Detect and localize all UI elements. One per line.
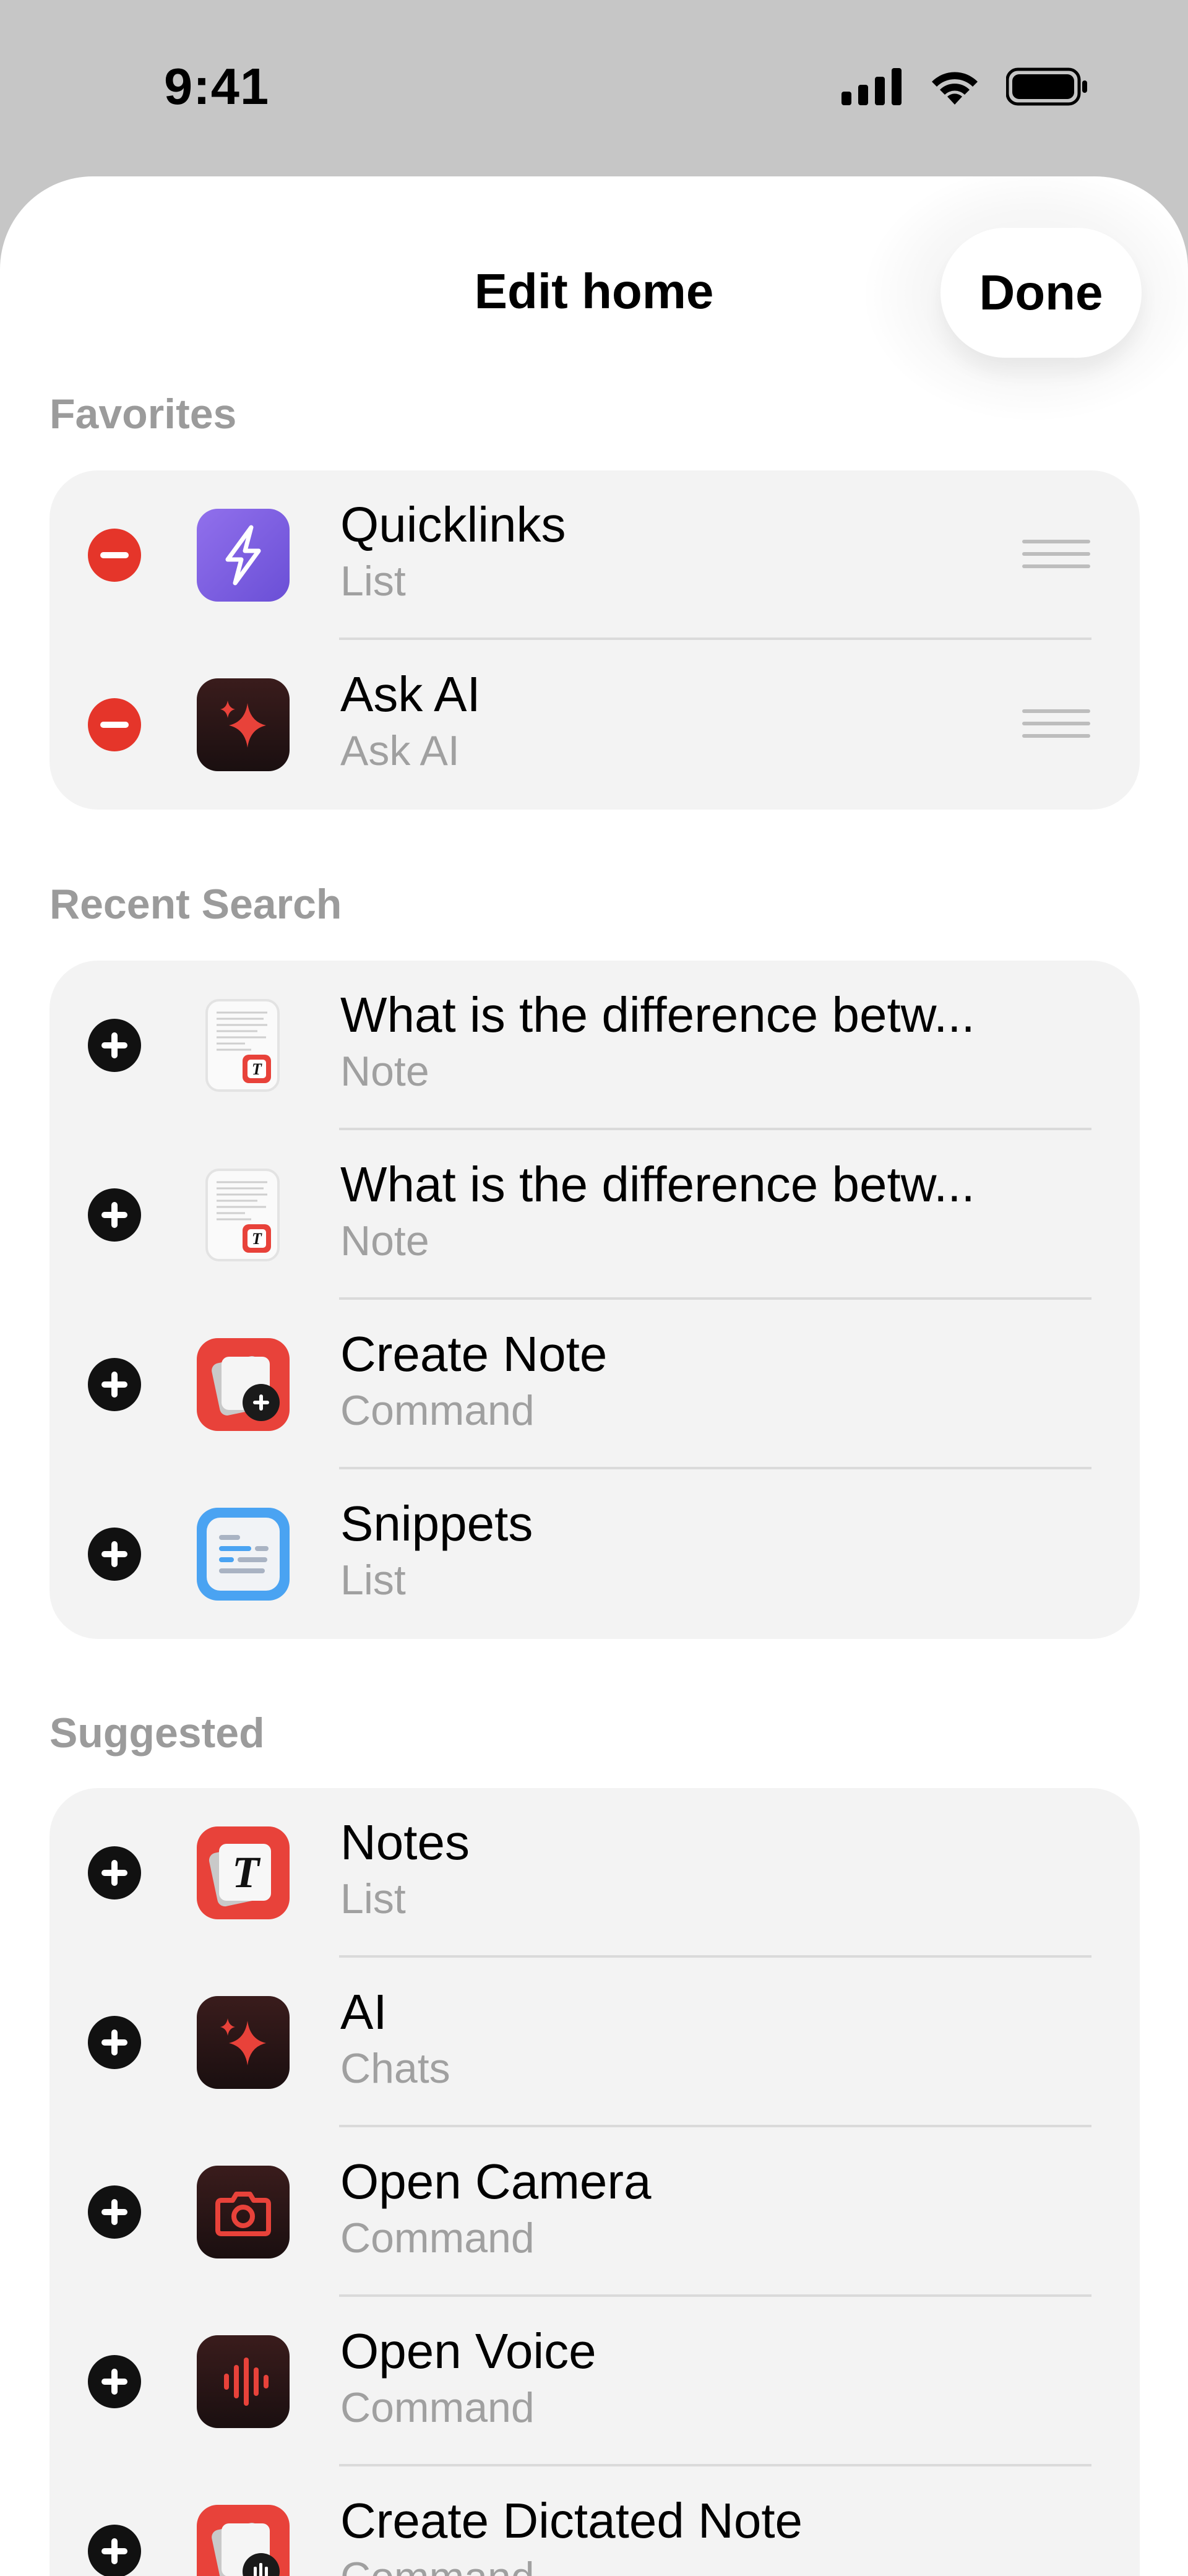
- remove-icon[interactable]: [88, 529, 141, 582]
- item-name: AI: [340, 1984, 387, 2039]
- cellular-signal-icon: [842, 68, 902, 105]
- add-icon[interactable]: [88, 2016, 141, 2069]
- section-title-suggested: Suggested: [50, 1709, 265, 1757]
- ai-sparkle-icon: [197, 1996, 290, 2089]
- list-item[interactable]: T What is the difference betw... Note: [50, 961, 1140, 1130]
- edit-home-sheet: Edit home Done Favorites Quicklinks List: [0, 176, 1188, 2576]
- list-item[interactable]: T What is the difference betw... Note: [50, 1130, 1140, 1300]
- add-icon[interactable]: [88, 2185, 141, 2239]
- section-title-recent-search: Recent Search: [50, 881, 342, 928]
- list-item[interactable]: Open Camera Command: [50, 2127, 1140, 2297]
- item-subtitle: Ask AI: [340, 727, 460, 774]
- battery-icon: [1006, 67, 1087, 106]
- ai-sparkle-icon: [197, 678, 290, 771]
- item-subtitle: Command: [340, 1387, 535, 1434]
- voice-icon: [197, 2335, 290, 2428]
- svg-text:T: T: [252, 1060, 262, 1078]
- add-icon[interactable]: [88, 1019, 141, 1072]
- note-document-icon: T: [205, 999, 280, 1092]
- svg-text:T: T: [252, 1230, 262, 1248]
- notes-icon: T: [197, 1826, 290, 1919]
- favorites-list: Quicklinks List Ask AI Ask AI: [50, 470, 1140, 810]
- note-document-icon: T: [205, 1169, 280, 1261]
- item-name: Open Voice: [340, 2323, 596, 2379]
- snippets-icon: [197, 1508, 290, 1601]
- done-button[interactable]: Done: [940, 228, 1142, 358]
- list-item[interactable]: Create Note Command: [50, 1300, 1140, 1469]
- list-item[interactable]: Open Voice Command: [50, 2297, 1140, 2466]
- remove-icon[interactable]: [88, 698, 141, 751]
- item-subtitle: Note: [340, 1217, 429, 1264]
- dictated-note-icon: [197, 2505, 290, 2576]
- item-subtitle: List: [340, 558, 406, 605]
- status-time: 9:41: [164, 58, 270, 115]
- add-icon[interactable]: [88, 1846, 141, 1900]
- create-note-icon: [197, 1338, 290, 1431]
- drag-handle-icon[interactable]: [1022, 540, 1090, 571]
- list-item[interactable]: AI Chats: [50, 1958, 1140, 2127]
- item-name: Ask AI: [340, 667, 481, 722]
- add-icon[interactable]: [88, 2355, 141, 2408]
- recent-search-list: T What is the difference betw... Note T …: [50, 961, 1140, 1639]
- item-subtitle: Command: [340, 2384, 535, 2431]
- item-subtitle: Chats: [340, 2045, 450, 2092]
- quicklinks-icon: [197, 509, 290, 602]
- item-name: What is the difference betw...: [340, 1157, 975, 1212]
- suggested-list: T Notes List AI Chats Open Camera Comman…: [50, 1788, 1140, 2576]
- list-item[interactable]: Ask AI Ask AI: [50, 640, 1140, 810]
- section-title-favorites: Favorites: [50, 391, 237, 438]
- list-item[interactable]: Create Dictated Note Command: [50, 2466, 1140, 2576]
- item-subtitle: Command: [340, 2215, 535, 2262]
- item-subtitle: Note: [340, 1048, 429, 1095]
- status-bar: 9:41: [0, 0, 1188, 176]
- drag-handle-icon[interactable]: [1022, 709, 1090, 740]
- item-name: Snippets: [340, 1496, 533, 1551]
- add-icon[interactable]: [88, 2525, 141, 2576]
- item-name: Create Note: [340, 1326, 608, 1381]
- add-icon[interactable]: [88, 1528, 141, 1581]
- item-subtitle: List: [340, 1557, 406, 1604]
- item-name: Quicklinks: [340, 497, 566, 552]
- add-icon[interactable]: [88, 1188, 141, 1242]
- item-name: Open Camera: [340, 2154, 652, 2209]
- item-name: What is the difference betw...: [340, 987, 975, 1042]
- item-subtitle: List: [340, 1875, 406, 1922]
- add-icon[interactable]: [88, 1358, 141, 1411]
- list-item[interactable]: T Notes List: [50, 1788, 1140, 1958]
- list-item[interactable]: Snippets List: [50, 1469, 1140, 1639]
- status-icons: [842, 67, 1088, 106]
- item-subtitle: Command: [340, 2553, 535, 2576]
- svg-text:T: T: [232, 1848, 261, 1897]
- wifi-icon: [932, 72, 978, 105]
- item-name: Notes: [340, 1815, 470, 1870]
- camera-icon: [197, 2166, 290, 2258]
- item-name: Create Dictated Note: [340, 2493, 803, 2548]
- list-item[interactable]: Quicklinks List: [50, 470, 1140, 640]
